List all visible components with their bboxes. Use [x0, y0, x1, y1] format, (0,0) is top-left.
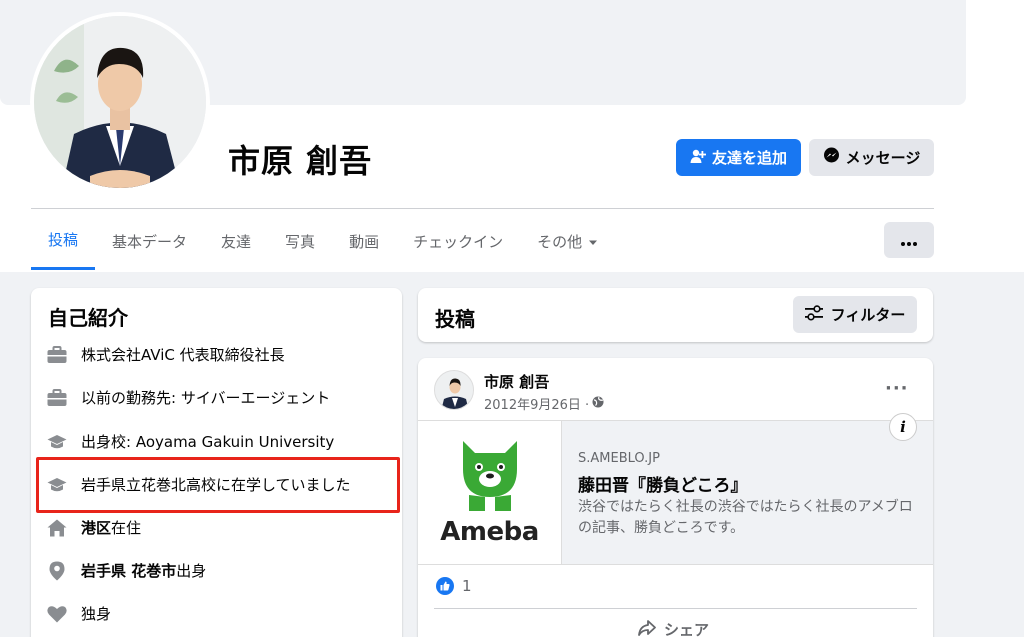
tab-about[interactable]: 基本データ [95, 212, 204, 270]
tab-label: 動画 [349, 232, 380, 251]
intro-item-text: 出身校: Aoyama Gakuin University [81, 433, 335, 451]
highlight-annotation [36, 457, 400, 513]
reaction-divider [434, 608, 917, 609]
tab-more[interactable]: その他 [520, 212, 615, 270]
posts-title: 投稿 [435, 307, 475, 331]
profile-avatar[interactable] [34, 16, 206, 188]
intro-item-relationship: 独身 [47, 603, 111, 624]
intro-item-work: 株式会社AViC 代表取締役社長 [47, 344, 285, 365]
ellipsis-icon [901, 231, 917, 250]
tab-label: 基本データ [112, 232, 188, 251]
post-author-photo [435, 371, 473, 409]
info-icon[interactable]: i [889, 413, 917, 441]
post-card: 市原 創吾 2012年9月26日 · ··· Ameba i S.AMEBLO.… [418, 358, 933, 637]
home-icon [47, 518, 67, 538]
intro-item-text: 港区在住 [81, 517, 141, 538]
profile-header: 市原 創吾 友達を追加 メッセージ 投稿 基本データ 友達 写真 動画 チェック… [0, 0, 1024, 272]
like-icon [436, 577, 454, 595]
tab-label: 友達 [221, 232, 252, 251]
link-thumbnail: Ameba [418, 421, 562, 564]
intro-item-lives-in: 港区在住 [47, 517, 141, 538]
intro-item-university: 出身校: Aoyama Gakuin University [47, 431, 334, 452]
intro-item-text: 岩手県 花巻市出身 [81, 560, 206, 581]
ameba-logo-text: Ameba [440, 516, 539, 547]
tab-videos[interactable]: 動画 [332, 212, 396, 270]
share-icon [638, 619, 656, 637]
hometown-suffix: 出身 [176, 562, 207, 580]
filter-button[interactable]: フィルター [793, 296, 917, 333]
intro-item-text: 独身 [81, 605, 112, 623]
link-preview[interactable]: Ameba i S.AMEBLO.JP 藤田晋『勝負どころ』 渋谷ではたらく社長… [418, 413, 933, 565]
share-label: シェア [664, 621, 710, 637]
location-pin-icon [47, 561, 67, 581]
tab-posts[interactable]: 投稿 [31, 212, 96, 270]
caret-down-icon [588, 232, 598, 250]
reactions-summary[interactable]: 1 [436, 577, 472, 595]
share-button[interactable]: シェア [638, 619, 709, 637]
link-description: 渋谷ではたらく社長の渋谷ではたらく社長のアメブロの記事、勝負どころです。 [578, 499, 913, 536]
filter-label: フィルター [830, 306, 906, 324]
post-date[interactable]: 2012年9月26日 · [484, 394, 589, 413]
messenger-icon [823, 147, 840, 168]
intro-card: 自己紹介 株式会社AViC 代表取締役社長 以前の勤務先: サイバーエージェント… [31, 288, 402, 637]
hometown-place[interactable]: 岩手県 花巻市 [81, 562, 176, 580]
intro-item-text: 株式会社AViC 代表取締役社長 [81, 346, 285, 364]
briefcase-icon [47, 388, 67, 408]
intro-item-hometown: 岩手県 花巻市出身 [47, 560, 206, 581]
lives-in-place[interactable]: 港区 [81, 519, 111, 537]
like-count: 1 [462, 577, 472, 595]
tab-photos[interactable]: 写真 [268, 212, 332, 270]
message-label: メッセージ [845, 149, 921, 167]
header-divider [31, 208, 934, 209]
post-author-name[interactable]: 市原 創吾 [484, 371, 549, 392]
tab-label: 写真 [285, 232, 316, 251]
tab-friends[interactable]: 友達 [204, 212, 268, 270]
intro-item-text: 以前の勤務先: サイバーエージェント [81, 389, 331, 407]
intro-item-previous-work: 以前の勤務先: サイバーエージェント [47, 387, 330, 408]
add-user-icon [690, 148, 706, 168]
message-button[interactable]: メッセージ [809, 139, 934, 176]
tab-checkins[interactable]: チェックイン [396, 212, 520, 270]
globe-icon [592, 396, 604, 412]
post-options-button[interactable]: ··· [885, 378, 909, 399]
ellipsis-icon: ··· [885, 378, 909, 399]
profile-tabs: 投稿 基本データ 友達 写真 動画 チェックイン その他 [31, 212, 615, 270]
tab-label: その他 [537, 232, 583, 251]
tab-label: チェックイン [413, 232, 504, 251]
profile-photo [34, 16, 206, 188]
ameba-mascot-icon [462, 440, 517, 511]
briefcase-icon [47, 345, 67, 365]
filter-sliders-icon [804, 304, 823, 325]
intro-title: 自己紹介 [48, 306, 128, 330]
tab-label: 投稿 [48, 231, 79, 249]
post-author-avatar[interactable] [434, 370, 474, 410]
profile-avatar-ring[interactable] [30, 12, 210, 192]
graduation-cap-icon [47, 432, 67, 452]
post-meta: 2012年9月26日 · [484, 394, 604, 413]
add-friend-label: 友達を追加 [711, 149, 787, 167]
profile-name: 市原 創吾 [228, 142, 373, 180]
link-title[interactable]: 藤田晋『勝負どころ』 [578, 471, 748, 496]
lives-in-suffix: 在住 [111, 519, 142, 537]
posts-header-card: 投稿 フィルター [418, 288, 933, 342]
more-options-button[interactable] [884, 222, 934, 258]
add-friend-button[interactable]: 友達を追加 [676, 139, 801, 176]
heart-icon [47, 604, 67, 624]
link-domain: S.AMEBLO.JP [578, 451, 660, 466]
